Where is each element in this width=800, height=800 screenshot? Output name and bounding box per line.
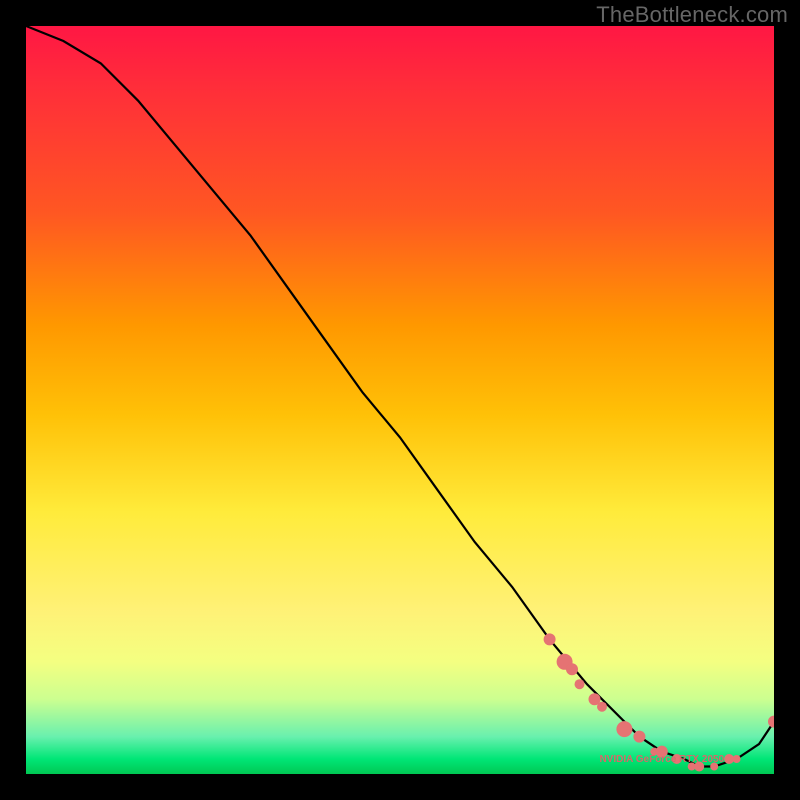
- watermark-text: TheBottleneck.com: [596, 2, 788, 28]
- chart-gradient-background: [26, 26, 774, 774]
